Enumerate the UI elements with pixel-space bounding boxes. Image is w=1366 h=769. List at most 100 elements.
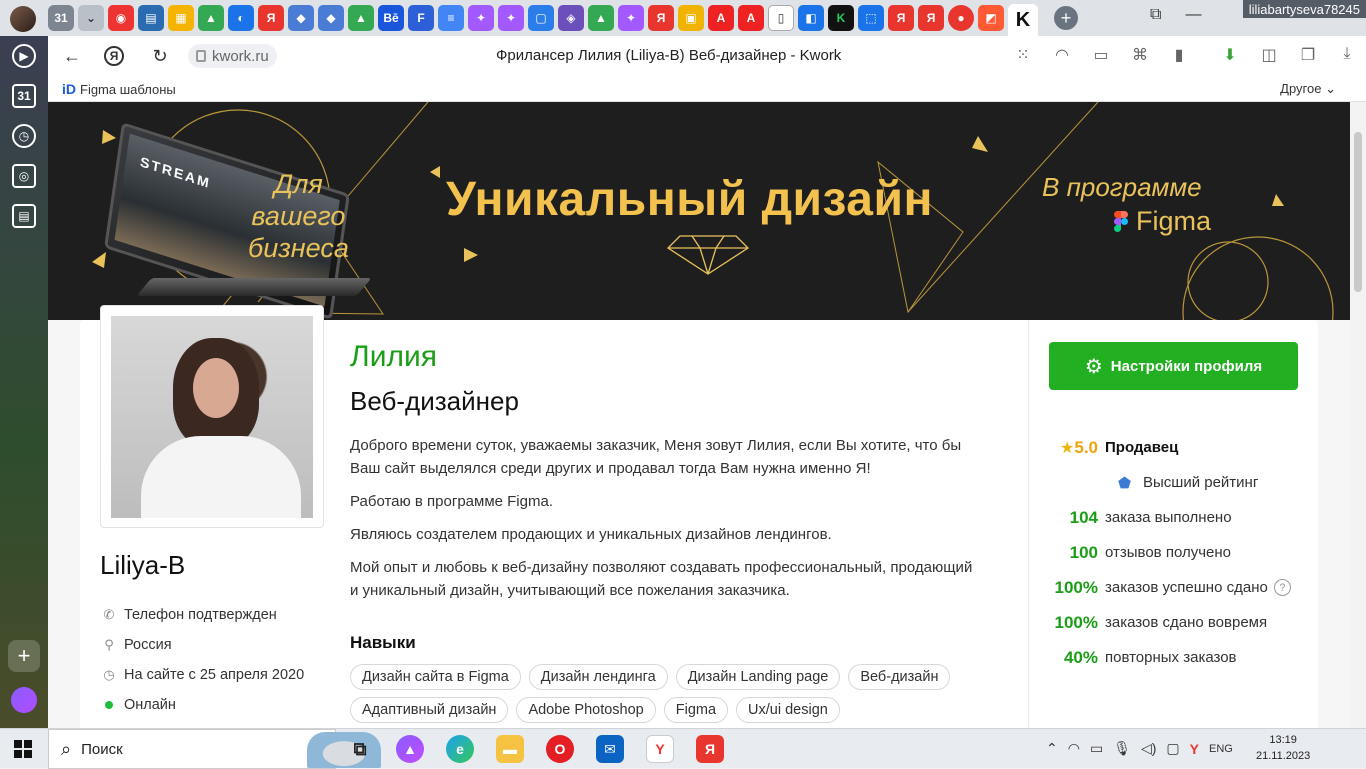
- freelancer-name: Лилия: [350, 340, 437, 373]
- volume-icon[interactable]: ◁): [1141, 740, 1156, 757]
- tab-favicon-doc[interactable]: ▯: [768, 5, 794, 31]
- tab-favicon-music[interactable]: ●: [948, 5, 974, 31]
- reader-mode-icon[interactable]: ▭: [1090, 45, 1112, 65]
- add-panel-plus-icon[interactable]: +: [8, 640, 40, 672]
- history-icon[interactable]: ◷: [12, 124, 36, 148]
- vr-icon[interactable]: ◫: [1258, 45, 1280, 65]
- tab-favicon-yandex-4[interactable]: Я: [918, 5, 944, 31]
- profile-info-list: ✆ Телефон подтвержден ⚲ Россия ◷ На сайте с…: [102, 600, 304, 720]
- tab-favicon-2[interactable]: ▤: [138, 5, 164, 31]
- profile-photo-frame: [100, 305, 324, 528]
- bookmark-icon[interactable]: ▮: [1168, 45, 1190, 65]
- page-scrollbar[interactable]: [1350, 102, 1366, 728]
- tab-favicon-behance[interactable]: Bē: [378, 5, 404, 31]
- yandex-app-icon[interactable]: Я: [696, 735, 724, 763]
- tab-favicon-3[interactable]: ▦: [168, 5, 194, 31]
- tabs-overview-icon[interactable]: ⧉: [1150, 6, 1161, 24]
- opera-icon[interactable]: O: [546, 735, 574, 763]
- banner-left-text: Для вашего бизнеса: [248, 168, 349, 264]
- tab-favicon-1[interactable]: ◉: [108, 5, 134, 31]
- skill-tag[interactable]: Дизайн Landing page: [675, 664, 841, 690]
- language-indicator[interactable]: ENG: [1209, 743, 1233, 755]
- tab-favicon-drive-3[interactable]: ▲: [588, 5, 614, 31]
- tab-favicon-16[interactable]: ◈: [558, 5, 584, 31]
- skill-tag[interactable]: Ux/ui design: [736, 697, 840, 723]
- screenshot-icon[interactable]: ◎: [12, 164, 36, 188]
- stat-row: 100% заказов успешно сдано?: [1042, 570, 1302, 605]
- file-explorer-icon[interactable]: ▬: [496, 735, 524, 763]
- tab-favicon-yandex-2[interactable]: Я: [648, 5, 674, 31]
- back-arrow-icon[interactable]: ←: [60, 44, 84, 68]
- scrollbar-thumb[interactable]: [1354, 132, 1362, 292]
- headphones-icon[interactable]: ◠: [1051, 45, 1073, 65]
- tab-favicon-drive-2[interactable]: ▲: [348, 5, 374, 31]
- alice-assistant-icon[interactable]: [11, 687, 37, 713]
- minimize-icon[interactable]: —: [1185, 6, 1201, 24]
- tab-favicon-7[interactable]: ◆: [288, 5, 314, 31]
- play-icon[interactable]: ▶: [12, 44, 36, 68]
- skill-tag[interactable]: Дизайн сайта в Figma: [350, 664, 521, 690]
- bookmarks-other-menu[interactable]: Другое ⌄: [1280, 81, 1336, 97]
- skill-tag[interactable]: Дизайн лендинга: [528, 664, 668, 690]
- yandex-home-icon[interactable]: Я: [104, 46, 124, 66]
- reload-icon[interactable]: ↻: [148, 44, 172, 68]
- browser-sidebar: ▶ 31 ◷ ◎ ▤ + •••: [0, 36, 48, 750]
- top-rating-label: Высший рейтинг: [1143, 474, 1259, 491]
- mail-icon[interactable]: ✉: [596, 735, 624, 763]
- translate-icon[interactable]: ⌘: [1129, 45, 1151, 65]
- tab-favicon-acrobat[interactable]: A: [708, 5, 734, 31]
- tab-favicon-yandex[interactable]: Я: [258, 5, 284, 31]
- tab-favicon-5[interactable]: ◐: [228, 5, 254, 31]
- downloads-icon[interactable]: ⤓: [1336, 45, 1358, 65]
- tab-favicon-drive[interactable]: ▲: [198, 5, 224, 31]
- banner-brand-label: Figma: [1136, 206, 1212, 236]
- chevron-down-icon[interactable]: ⌄: [78, 5, 104, 31]
- tab-favicon-31[interactable]: ◩: [978, 5, 1004, 31]
- battery-icon[interactable]: ▭: [1090, 740, 1103, 757]
- seller-rating-row: ★5.0 Продавец: [1042, 430, 1302, 465]
- skill-tag[interactable]: Figma: [663, 697, 729, 723]
- url-field[interactable]: kwork.ru: [188, 44, 277, 68]
- banner-left-line-1: Для: [274, 169, 323, 199]
- skill-tag[interactable]: Adobe Photoshop: [516, 697, 656, 723]
- skill-tag[interactable]: Адаптивный дизайн: [350, 697, 509, 723]
- skill-tag[interactable]: Веб-дизайн: [848, 664, 951, 690]
- tab-group-counter[interactable]: 31: [48, 5, 74, 31]
- tab-favicon-8[interactable]: ◆: [318, 5, 344, 31]
- bookmark-figma-templates[interactable]: iD Figma шаблоны: [62, 81, 176, 97]
- task-view-icon[interactable]: ⧉: [346, 735, 374, 763]
- new-tab-plus-icon[interactable]: +: [1054, 6, 1078, 30]
- tab-favicon-figma[interactable]: ✦: [468, 5, 494, 31]
- microphone-icon[interactable]: 🎙: [1113, 740, 1131, 757]
- taskbar-clock[interactable]: 13:19 21.11.2023: [1256, 732, 1310, 764]
- display-icon[interactable]: ▢: [1166, 740, 1179, 757]
- calendar-icon[interactable]: 31: [12, 84, 36, 108]
- edge-icon[interactable]: e: [446, 735, 474, 763]
- profile-avatar[interactable]: [10, 6, 36, 32]
- extensions-grid-icon[interactable]: ⁙: [1012, 45, 1034, 65]
- alice-taskbar-icon[interactable]: ▲: [396, 735, 424, 763]
- tab-favicon-figma-2[interactable]: ✦: [498, 5, 524, 31]
- yandex-browser-icon[interactable]: Y: [646, 735, 674, 763]
- tab-favicon-figma-3[interactable]: ✦: [618, 5, 644, 31]
- tab-favicon-acrobat-2[interactable]: A: [738, 5, 764, 31]
- tab-favicon-image[interactable]: ▣: [678, 5, 704, 31]
- tab-favicon-docs[interactable]: ≡: [438, 5, 464, 31]
- tab-favicon-messenger[interactable]: ◧: [798, 5, 824, 31]
- download-arrow-icon[interactable]: ⬇: [1219, 45, 1241, 65]
- help-icon[interactable]: ?: [1273, 579, 1291, 596]
- tab-favicon-screenshot[interactable]: ⬚: [858, 5, 884, 31]
- tab-active-kwork[interactable]: K: [1008, 4, 1038, 36]
- yandex-tray-icon[interactable]: Y: [1190, 741, 1199, 757]
- collections-bookmark-icon[interactable]: ❐: [1297, 45, 1319, 65]
- windows-start-icon[interactable]: [14, 740, 32, 758]
- tab-favicon-yandex-3[interactable]: Я: [888, 5, 914, 31]
- tab-favicon-15[interactable]: ▢: [528, 5, 554, 31]
- tab-favicon-kwork[interactable]: K: [828, 5, 854, 31]
- taskbar-search[interactable]: ⌕ Поиск: [48, 729, 381, 769]
- profile-settings-button[interactable]: ⚙ Настройки профиля: [1049, 342, 1298, 390]
- chevron-up-icon[interactable]: ⌃: [1046, 740, 1058, 757]
- tab-favicon-11[interactable]: F: [408, 5, 434, 31]
- collections-icon[interactable]: ▤: [12, 204, 36, 228]
- wifi-icon[interactable]: ◠: [1068, 740, 1080, 757]
